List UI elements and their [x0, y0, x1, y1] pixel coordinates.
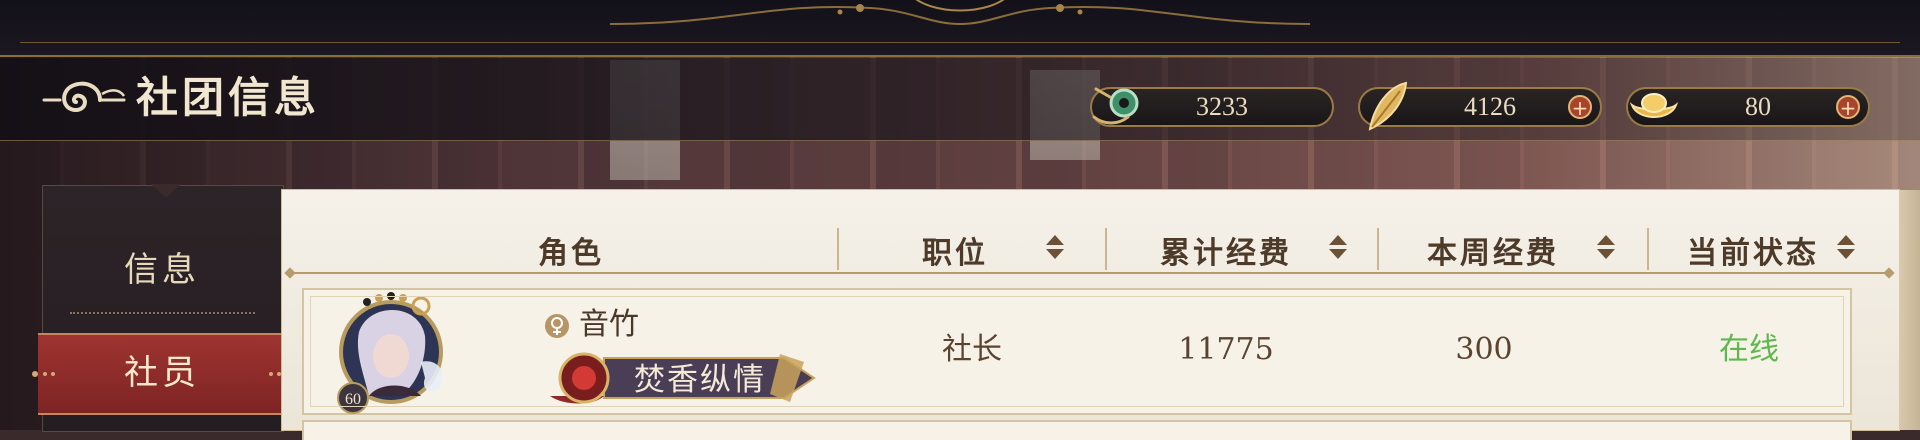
- column-header-position[interactable]: 职位: [922, 228, 988, 272]
- tab-info[interactable]: 信息: [42, 240, 282, 300]
- sort-icon[interactable]: [1835, 233, 1857, 261]
- level-badge: 60: [345, 391, 361, 408]
- member-table: 角色 职位 累计经费 本周经费 当前状态 60 音竹 焚香纵情 社长 11775…: [282, 190, 1899, 440]
- member-status: 在线: [1719, 332, 1779, 367]
- currency-value: 3233: [1196, 92, 1248, 121]
- table-header: 角色 职位 累计经费 本周经费 当前状态: [282, 190, 1899, 271]
- panel-edge: [1899, 190, 1920, 430]
- sort-icon[interactable]: [1327, 233, 1349, 261]
- table-row[interactable]: [302, 420, 1852, 440]
- table-row[interactable]: 60 音竹 焚香纵情 社长 11775 300 在线: [302, 288, 1852, 415]
- gold-ingot-icon: [1629, 93, 1679, 118]
- member-name: 音竹: [579, 307, 639, 342]
- dots-ornament: [32, 371, 55, 377]
- member-weekly-funds: 300: [1455, 332, 1513, 367]
- avatar[interactable]: 60: [329, 292, 469, 422]
- column-header-role: 角色: [538, 236, 604, 271]
- title-badge-text: 焚香纵情: [634, 362, 766, 398]
- currency-value: 80: [1745, 92, 1771, 121]
- title-badge: [550, 352, 816, 404]
- top-ornamental-bar: [0, 0, 1920, 57]
- add-currency-button[interactable]: +: [1568, 95, 1592, 119]
- column-header-status[interactable]: 当前状态: [1687, 228, 1819, 272]
- currency-value: 4126: [1464, 92, 1516, 121]
- currency-jade: 3233: [1090, 87, 1334, 127]
- lotus-ornament: [610, 0, 1310, 26]
- sort-icon[interactable]: [1044, 233, 1066, 261]
- tab-members[interactable]: 社员: [32, 333, 292, 415]
- female-gender-icon: [545, 314, 569, 338]
- add-currency-button[interactable]: +: [1836, 95, 1860, 119]
- column-header-weekly-funds[interactable]: 本周经费: [1427, 228, 1559, 272]
- golden-feather-icon: [1368, 81, 1408, 131]
- tab-divider: [70, 312, 255, 314]
- currency-feather: 4126 +: [1358, 81, 1602, 131]
- currency-ingot: 80 +: [1626, 87, 1870, 127]
- column-header-total-funds[interactable]: 累计经费: [1160, 228, 1292, 272]
- header-divider: [290, 272, 1889, 274]
- page-title: 社团信息: [136, 73, 321, 122]
- cloud-swirl-icon: [42, 81, 126, 113]
- tab-members-label: 社员: [124, 353, 200, 393]
- sort-icon[interactable]: [1595, 233, 1617, 261]
- jade-coin-icon: [1092, 87, 1139, 125]
- member-total-funds: 11775: [1178, 332, 1274, 367]
- member-position: 社长: [942, 332, 1002, 367]
